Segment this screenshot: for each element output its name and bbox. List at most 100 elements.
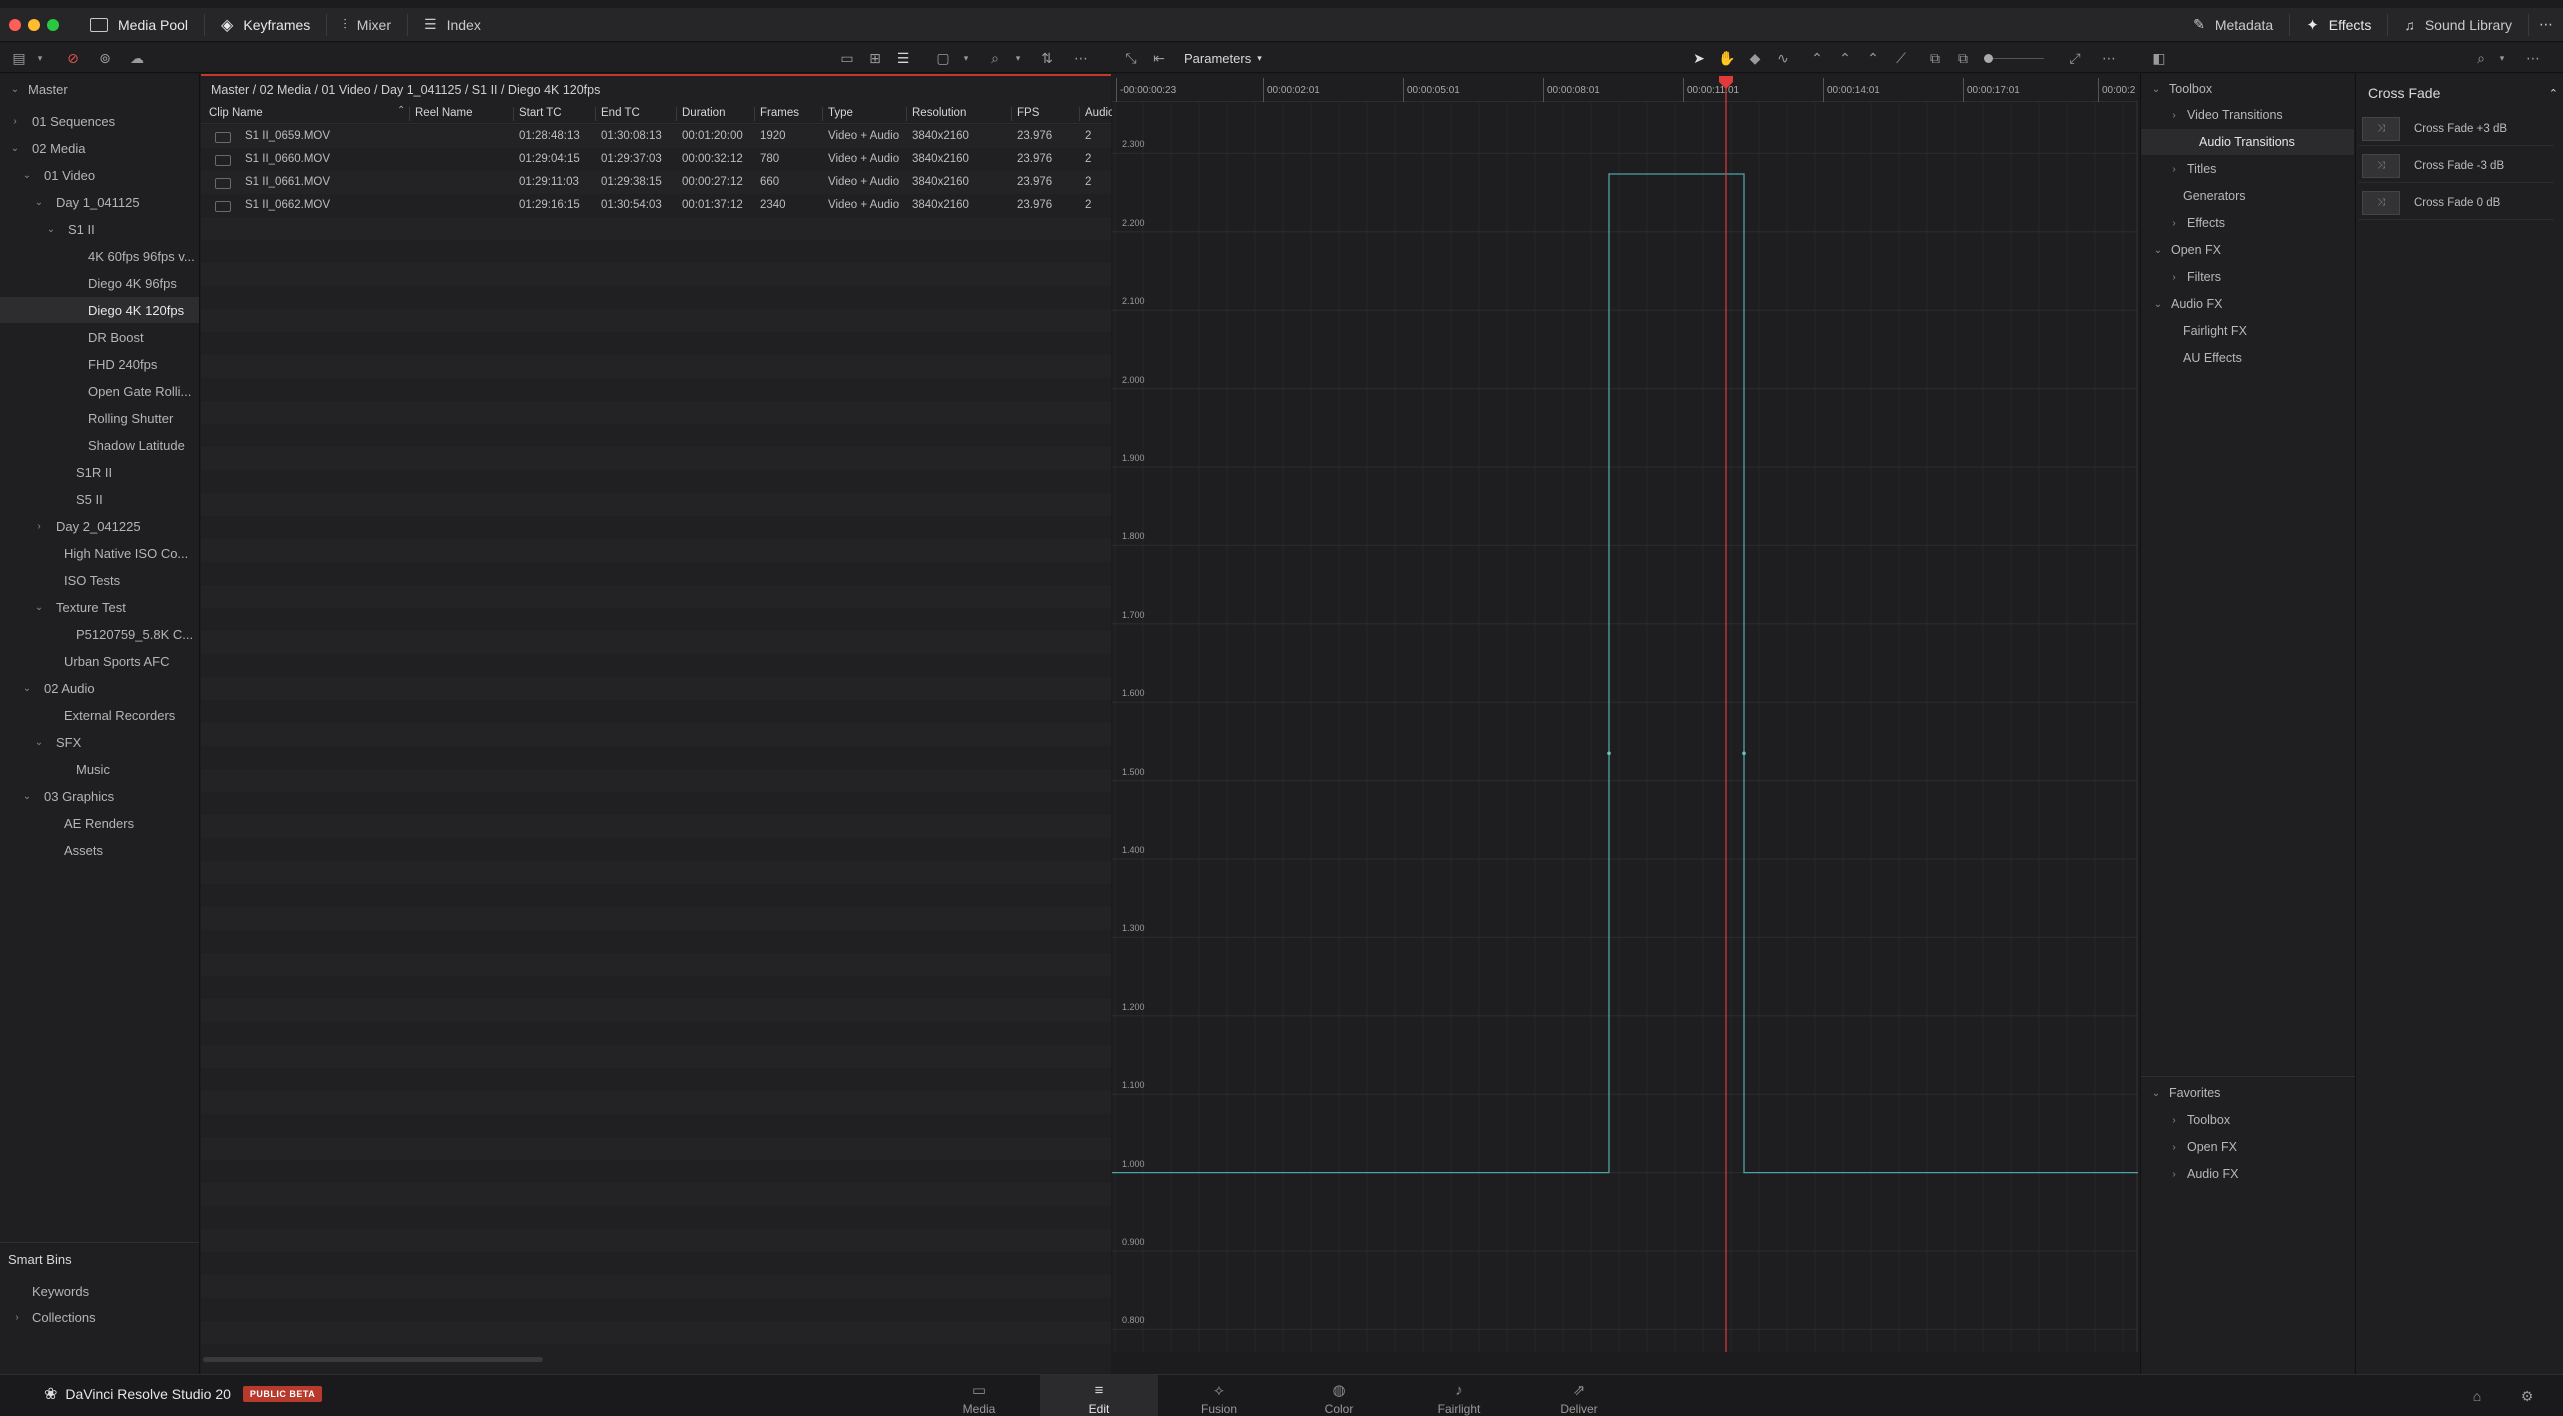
toolbox-item[interactable]: Fairlight FX — [2167, 318, 2247, 344]
column-header[interactable]: FPS — [1017, 107, 1039, 119]
chevron-right-icon[interactable]: › — [8, 116, 22, 127]
bin-item[interactable]: S5 II — [72, 486, 103, 512]
ellipsis-icon[interactable]: ⋯ — [2098, 47, 2120, 69]
chevron-up-icon[interactable]: ⌃ — [2549, 87, 2558, 100]
effects-button[interactable]: ✦ Effects — [2290, 8, 2387, 42]
bin-item[interactable]: › Day 2_041225 — [32, 513, 140, 539]
media-pool-button[interactable]: Media Pool — [74, 8, 204, 42]
keyframe-curve-editor[interactable]: -00:00:00:23 00:00:02:01 00:00:05:01 00:00:… — [1112, 74, 2138, 1352]
close-window-button[interactable] — [9, 18, 21, 31]
keyframe-point[interactable] — [1607, 751, 1611, 756]
list-view-icon[interactable]: ☰ — [892, 47, 914, 69]
bin-item[interactable]: FHD 240fps — [84, 351, 157, 377]
column-header[interactable]: Resolution — [912, 107, 966, 119]
favorites-item[interactable]: › Toolbox — [2167, 1107, 2230, 1133]
curve-editor-icon[interactable]: ⤡ — [1120, 47, 1142, 69]
linear-icon[interactable]: ⟋ — [1890, 47, 1912, 69]
bin-item[interactable]: S1R II — [72, 459, 112, 485]
clip-row[interactable]: S1 II_0660.MOV 01:29:04:15 01:29:37:03 00:0… — [201, 149, 1111, 172]
toolbox-item[interactable]: › Titles — [2167, 156, 2216, 182]
chevron-down-icon[interactable]: ⌄ — [32, 602, 46, 613]
column-header[interactable]: Clip Name — [209, 107, 263, 119]
parameters-dropdown[interactable]: Parameters ▾ — [1184, 51, 1262, 66]
sort-ascending-icon[interactable]: ⌃ — [397, 105, 405, 116]
chevron-right-icon[interactable]: › — [2167, 1142, 2181, 1153]
metadata-button[interactable]: ✎ Metadata — [2177, 8, 2289, 42]
bin-master[interactable]: ⌄ Master — [8, 76, 68, 102]
page-tab-deliver[interactable]: ⇗ Deliver — [1520, 1375, 1638, 1416]
column-header[interactable]: Duration — [682, 107, 725, 119]
bin-item[interactable]: Rolling Shutter — [84, 405, 173, 431]
search-icon[interactable]: ⌕ — [2470, 47, 2492, 69]
favorites-item[interactable]: › Open FX — [2167, 1134, 2237, 1160]
keyframe-add-icon[interactable]: ◆ — [1744, 47, 1766, 69]
bin-item[interactable]: ⌄ S1 II — [44, 216, 95, 242]
page-tab-media[interactable]: ▭ Media — [920, 1375, 1038, 1416]
chevron-down-icon[interactable]: ⌄ — [32, 197, 46, 208]
toolbox-item[interactable]: AU Effects — [2167, 345, 2242, 371]
clip-row[interactable]: S1 II_0662.MOV 01:29:16:15 01:30:54:03 00:0… — [201, 195, 1111, 218]
hand-icon[interactable]: ✋ — [1716, 47, 1738, 69]
ease-in-icon[interactable]: ⌃ — [1806, 47, 1828, 69]
column-header[interactable]: Frames — [760, 107, 799, 119]
smart-bin-keywords[interactable]: Keywords — [32, 1278, 89, 1304]
home-icon[interactable]: ⌂ — [2466, 1385, 2488, 1407]
chevron-right-icon[interactable]: › — [2167, 1169, 2181, 1180]
sort-icon[interactable]: ⇅ — [1036, 47, 1058, 69]
column-header[interactable]: Audio — [1085, 107, 1114, 119]
chevron-down-icon[interactable]: ⌄ — [32, 737, 46, 748]
playhead-handle[interactable] — [1719, 76, 1733, 89]
panel-toggle-icon[interactable]: ◧ — [2148, 47, 2170, 69]
chevron-down-icon[interactable]: ⌄ — [20, 791, 34, 802]
index-button[interactable]: ☰ Index — [408, 8, 497, 42]
bin-item[interactable]: ⌄ 03 Graphics — [20, 783, 114, 809]
smart-bin-collections[interactable]: › Collections — [10, 1304, 95, 1330]
chevron-right-icon[interactable]: › — [2167, 272, 2181, 283]
clip-row[interactable]: S1 II_0661.MOV 01:29:11:03 01:29:38:15 00:0… — [201, 172, 1111, 195]
paste-keyframe-icon[interactable]: ⧉ — [1952, 47, 1974, 69]
transition-item[interactable]: ⤨ Cross Fade 0 dB — [2358, 186, 2554, 220]
bin-item[interactable]: High Native ISO Co... — [60, 540, 188, 566]
sidebar-toggle-icon[interactable]: ▤ — [8, 47, 30, 69]
toolbox-item[interactable]: ⌄ Open FX — [2151, 237, 2221, 263]
chevron-down-icon[interactable]: ⌄ — [44, 224, 58, 235]
fit-icon[interactable]: ⤢ — [2064, 47, 2086, 69]
column-header[interactable]: End TC — [601, 107, 640, 119]
column-header[interactable]: Type — [828, 107, 853, 119]
page-tab-color[interactable]: ◍ Color — [1280, 1375, 1398, 1416]
clip-row[interactable]: S1 II_0659.MOV 01:28:48:13 01:30:08:13 00:0… — [201, 126, 1111, 149]
bin-item[interactable]: Shadow Latitude — [84, 432, 185, 458]
parameter-curve[interactable] — [1112, 173, 2138, 1174]
bin-item[interactable]: ⌄ 02 Audio — [20, 675, 95, 701]
toolbox-root[interactable]: ⌄ Toolbox — [2149, 76, 2212, 102]
toolbox-item[interactable]: › Video Transitions — [2167, 102, 2282, 128]
toolbox-item[interactable]: › Filters — [2167, 264, 2221, 290]
zoom-slider[interactable] — [1984, 47, 2044, 69]
pointer-icon[interactable]: ➤ — [1688, 47, 1710, 69]
bin-item[interactable]: ISO Tests — [60, 567, 120, 593]
toolbox-item[interactable]: Generators — [2167, 183, 2246, 209]
bin-item[interactable]: Music — [72, 756, 110, 782]
zoom-window-button[interactable] — [47, 18, 59, 31]
chevron-down-icon[interactable]: ▾ — [34, 47, 46, 69]
column-header[interactable]: Start TC — [519, 107, 562, 119]
chevron-down-icon[interactable]: ▾ — [1012, 47, 1024, 69]
bin-item[interactable]: External Recorders — [60, 702, 175, 728]
minimize-window-button[interactable] — [28, 18, 40, 31]
page-tab-edit[interactable]: ≡ Edit — [1040, 1375, 1158, 1416]
transition-item[interactable]: ⤨ Cross Fade -3 dB — [2358, 149, 2554, 183]
bin-item[interactable]: Urban Sports AFC — [60, 648, 170, 674]
bin-item[interactable]: ⌄ 02 Media — [8, 135, 86, 161]
bin-item[interactable]: Diego 4K 96fps — [84, 270, 177, 296]
curve-tool-icon[interactable]: ∿ — [1772, 47, 1794, 69]
grid-view-icon[interactable]: ⊞ — [864, 47, 886, 69]
transition-item[interactable]: ⤨ Cross Fade +3 dB — [2358, 112, 2554, 146]
chevron-down-icon[interactable]: ⌄ — [20, 683, 34, 694]
keyframe-point[interactable] — [1742, 751, 1746, 756]
collapse-icon[interactable]: ⇤ — [1148, 47, 1170, 69]
favorites-header[interactable]: ⌄ Favorites — [2149, 1080, 2221, 1106]
chevron-down-icon[interactable]: ⌄ — [2151, 245, 2165, 256]
ease-out-icon[interactable]: ⌃ — [1834, 47, 1856, 69]
bin-item[interactable]: 4K 60fps 96fps v... — [84, 243, 195, 269]
bin-red-icon[interactable]: ⊘ — [62, 47, 84, 69]
